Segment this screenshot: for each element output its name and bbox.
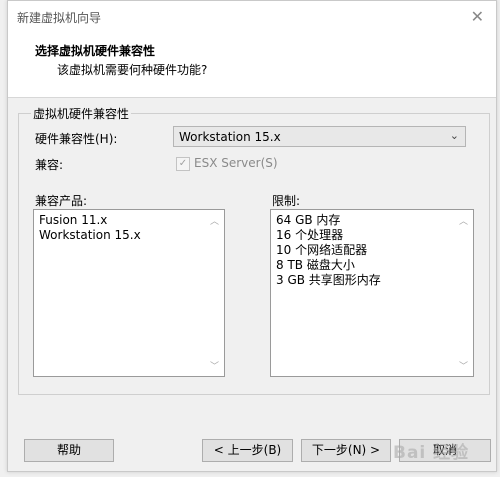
- hw-compat-dropdown[interactable]: Workstation 15.x ⌄: [173, 126, 466, 147]
- limits-label: 限制:: [272, 194, 301, 208]
- list-item: 3 GB 共享图形内存: [276, 273, 381, 287]
- help-button[interactable]: 帮助: [24, 439, 114, 462]
- list-item[interactable]: Fusion 11.x: [39, 213, 141, 228]
- hw-compat-selected: Workstation 15.x: [179, 130, 281, 144]
- watermark-logo: Bai 经验: [393, 443, 470, 463]
- next-button[interactable]: 下一步(N) >: [301, 439, 391, 462]
- products-items: Fusion 11.x Workstation 15.x: [39, 213, 141, 243]
- group-title: 虚拟机硬件兼容性: [31, 105, 132, 122]
- close-icon[interactable]: ✕: [471, 7, 484, 26]
- window-title: 新建虚拟机向导: [17, 11, 102, 25]
- products-scrollbar[interactable]: ︿ ﹀: [207, 211, 223, 375]
- esx-server-checkbox[interactable]: ✓: [176, 157, 190, 171]
- page-title: 选择虚拟机硬件兼容性: [35, 44, 156, 58]
- title-bar: 新建虚拟机向导 ✕: [8, 1, 496, 35]
- list-item: 16 个处理器: [276, 228, 344, 242]
- list-item: 10 个网络适配器: [276, 243, 368, 257]
- limits-scrollbar[interactable]: ︿ ﹀: [456, 211, 472, 375]
- scroll-up-icon[interactable]: ︿: [459, 214, 468, 227]
- hw-compat-label: 硬件兼容性(H):: [35, 132, 118, 146]
- scroll-down-icon[interactable]: ﹀: [210, 359, 219, 372]
- page-subtitle: 该虚拟机需要何种硬件功能?: [57, 63, 208, 77]
- esx-server-label: ESX Server(S): [194, 156, 278, 170]
- back-button[interactable]: < 上一步(B): [202, 439, 293, 462]
- new-vm-wizard-dialog: 新建虚拟机向导 ✕ 选择虚拟机硬件兼容性 该虚拟机需要何种硬件功能? 虚拟机硬件…: [7, 0, 497, 472]
- compatible-products-list[interactable]: Fusion 11.x Workstation 15.x ︿ ﹀: [33, 209, 225, 377]
- wizard-header: 选择虚拟机硬件兼容性 该虚拟机需要何种硬件功能?: [8, 35, 496, 98]
- limits-list[interactable]: 64 GB 内存 16 个处理器 10 个网络适配器 8 TB 磁盘大小 3 G…: [270, 209, 474, 377]
- list-item: 8 TB 磁盘大小: [276, 258, 355, 272]
- list-item: 64 GB 内存: [276, 213, 341, 227]
- scroll-down-icon[interactable]: ﹀: [459, 359, 468, 372]
- list-item[interactable]: Workstation 15.x: [39, 228, 141, 243]
- compatible-products-label: 兼容产品:: [35, 194, 88, 208]
- scroll-up-icon[interactable]: ︿: [210, 214, 219, 227]
- limits-items: 64 GB 内存 16 个处理器 10 个网络适配器 8 TB 磁盘大小 3 G…: [276, 213, 381, 288]
- compat-label: 兼容:: [35, 158, 64, 172]
- chevron-down-icon: ⌄: [449, 129, 459, 142]
